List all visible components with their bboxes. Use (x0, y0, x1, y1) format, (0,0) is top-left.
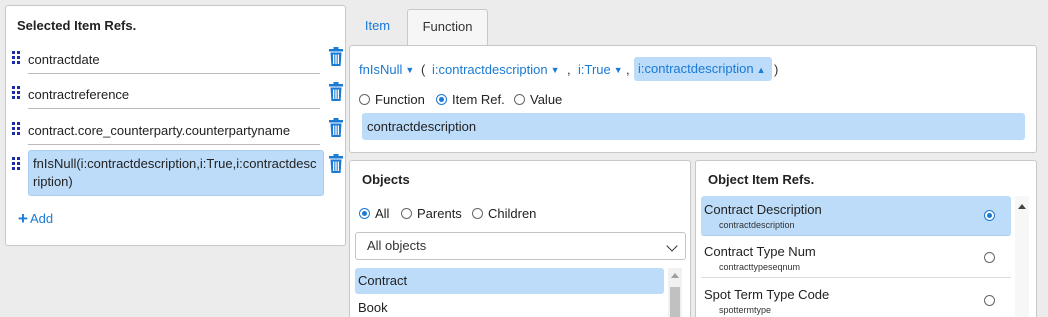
list-item[interactable]: Contract Description contractdescription (701, 196, 1011, 236)
list-item[interactable]: Spot Term Type Code spottermtype (701, 281, 1011, 317)
caret-down-icon: ▼ (613, 65, 623, 75)
panel-title: Object Item Refs. (708, 172, 815, 187)
radio-icon (514, 94, 525, 105)
item-ref-label[interactable]: contractreference (28, 86, 320, 109)
item-ref-label[interactable]: contract.core_counterparty.counterpartyn… (28, 122, 320, 145)
radio-label: Children (488, 206, 537, 221)
radio-icon[interactable] (984, 295, 995, 306)
caret-down-icon: ▼ (550, 65, 560, 75)
drag-handle-icon[interactable] (12, 157, 22, 170)
radio-checked-icon[interactable] (984, 210, 995, 221)
drag-handle-icon[interactable] (12, 122, 22, 135)
item-sublabel: contracttypeseqnum (719, 262, 801, 272)
caret-up-icon: ▲ (756, 65, 766, 75)
list-item[interactable]: Contract Type Num contracttypeseqnum (701, 238, 1011, 278)
chevron-down-icon (666, 240, 678, 252)
arg3-label: i:contractdescription (638, 61, 754, 76)
function-name-dropdown[interactable]: fnIsNull ▼ (359, 61, 414, 79)
arg2-label: i:True (578, 62, 611, 77)
comma-separator: , (626, 62, 630, 77)
scroll-up-icon[interactable] (1018, 204, 1026, 209)
drag-handle-icon[interactable] (12, 86, 22, 99)
caret-down-icon: ▼ (405, 65, 415, 75)
scrollbar[interactable] (668, 268, 682, 317)
close-paren: ) (774, 62, 779, 77)
item-label: Contract Description (704, 202, 822, 217)
trash-icon[interactable] (328, 47, 344, 67)
arg3-dropdown[interactable]: i:contractdescription ▲ (634, 57, 772, 81)
radio-checked-icon (436, 94, 447, 105)
arg1-dropdown[interactable]: i:contractdescription ▼ (432, 61, 560, 79)
panel-title: Objects (362, 172, 410, 187)
arg1-label: i:contractdescription (432, 62, 548, 77)
scroll-up-icon[interactable] (671, 273, 679, 278)
radio-parents[interactable]: Parents (401, 206, 462, 221)
item-ref-label[interactable]: contractdate (28, 51, 320, 74)
object-item-refs-panel: Object Item Refs. Contract Description c… (695, 160, 1037, 317)
trash-icon[interactable] (328, 82, 344, 102)
radio-children[interactable]: Children (472, 206, 536, 221)
radio-all[interactable]: All (359, 206, 389, 221)
drag-handle-icon[interactable] (12, 51, 22, 64)
radio-icon (359, 94, 370, 105)
panel-title: Selected Item Refs. (17, 18, 137, 33)
radio-checked-icon (359, 208, 370, 219)
trash-icon[interactable] (328, 118, 344, 138)
add-label: Add (29, 211, 54, 226)
radio-function[interactable]: Function (359, 92, 425, 107)
selected-value-field[interactable]: contractdescription (362, 113, 1025, 140)
radio-label: All (375, 206, 390, 221)
radio-label: Function (375, 92, 425, 107)
item-sublabel: spottermtype (719, 305, 772, 315)
radio-label: Parents (417, 206, 462, 221)
item-ref-label[interactable]: fnIsNull(i:contractdescription,i:True,i:… (28, 150, 324, 196)
item-sublabel: contractdescription (719, 220, 795, 230)
function-editor-panel: fnIsNull ▼ ( i:contractdescription ▼ , i:T… (349, 45, 1037, 153)
tab-function[interactable]: Function (407, 9, 488, 45)
radio-icon (472, 208, 483, 219)
radio-icon (401, 208, 412, 219)
comma-separator: , (567, 62, 571, 77)
trash-icon[interactable] (328, 154, 344, 174)
arg2-dropdown[interactable]: i:True ▼ (578, 61, 623, 79)
scrollbar-thumb[interactable] (670, 287, 680, 317)
objects-select[interactable]: All objects (355, 232, 686, 260)
selected-item-refs-panel: Selected Item Refs. contractdate contrac… (5, 5, 346, 246)
item-label: Contract Type Num (704, 244, 816, 259)
radio-item-ref[interactable]: Item Ref. (436, 92, 505, 107)
radio-icon[interactable] (984, 252, 995, 263)
plus-icon: + (18, 209, 28, 228)
open-paren: ( (421, 62, 426, 77)
item-label: Spot Term Type Code (704, 287, 830, 302)
add-button[interactable]: + Add (18, 209, 53, 229)
list-item[interactable]: Contract (355, 268, 664, 294)
radio-label: Value (530, 92, 563, 107)
select-value: All objects (367, 238, 427, 253)
list-item[interactable]: Book (355, 295, 664, 317)
radio-label: Item Ref. (452, 92, 505, 107)
objects-panel: Objects All Parents Children All objects… (349, 160, 691, 317)
function-name: fnIsNull (359, 62, 403, 77)
radio-value[interactable]: Value (514, 92, 562, 107)
tab-item[interactable]: Item (349, 9, 406, 45)
scrollbar[interactable] (1015, 196, 1029, 317)
